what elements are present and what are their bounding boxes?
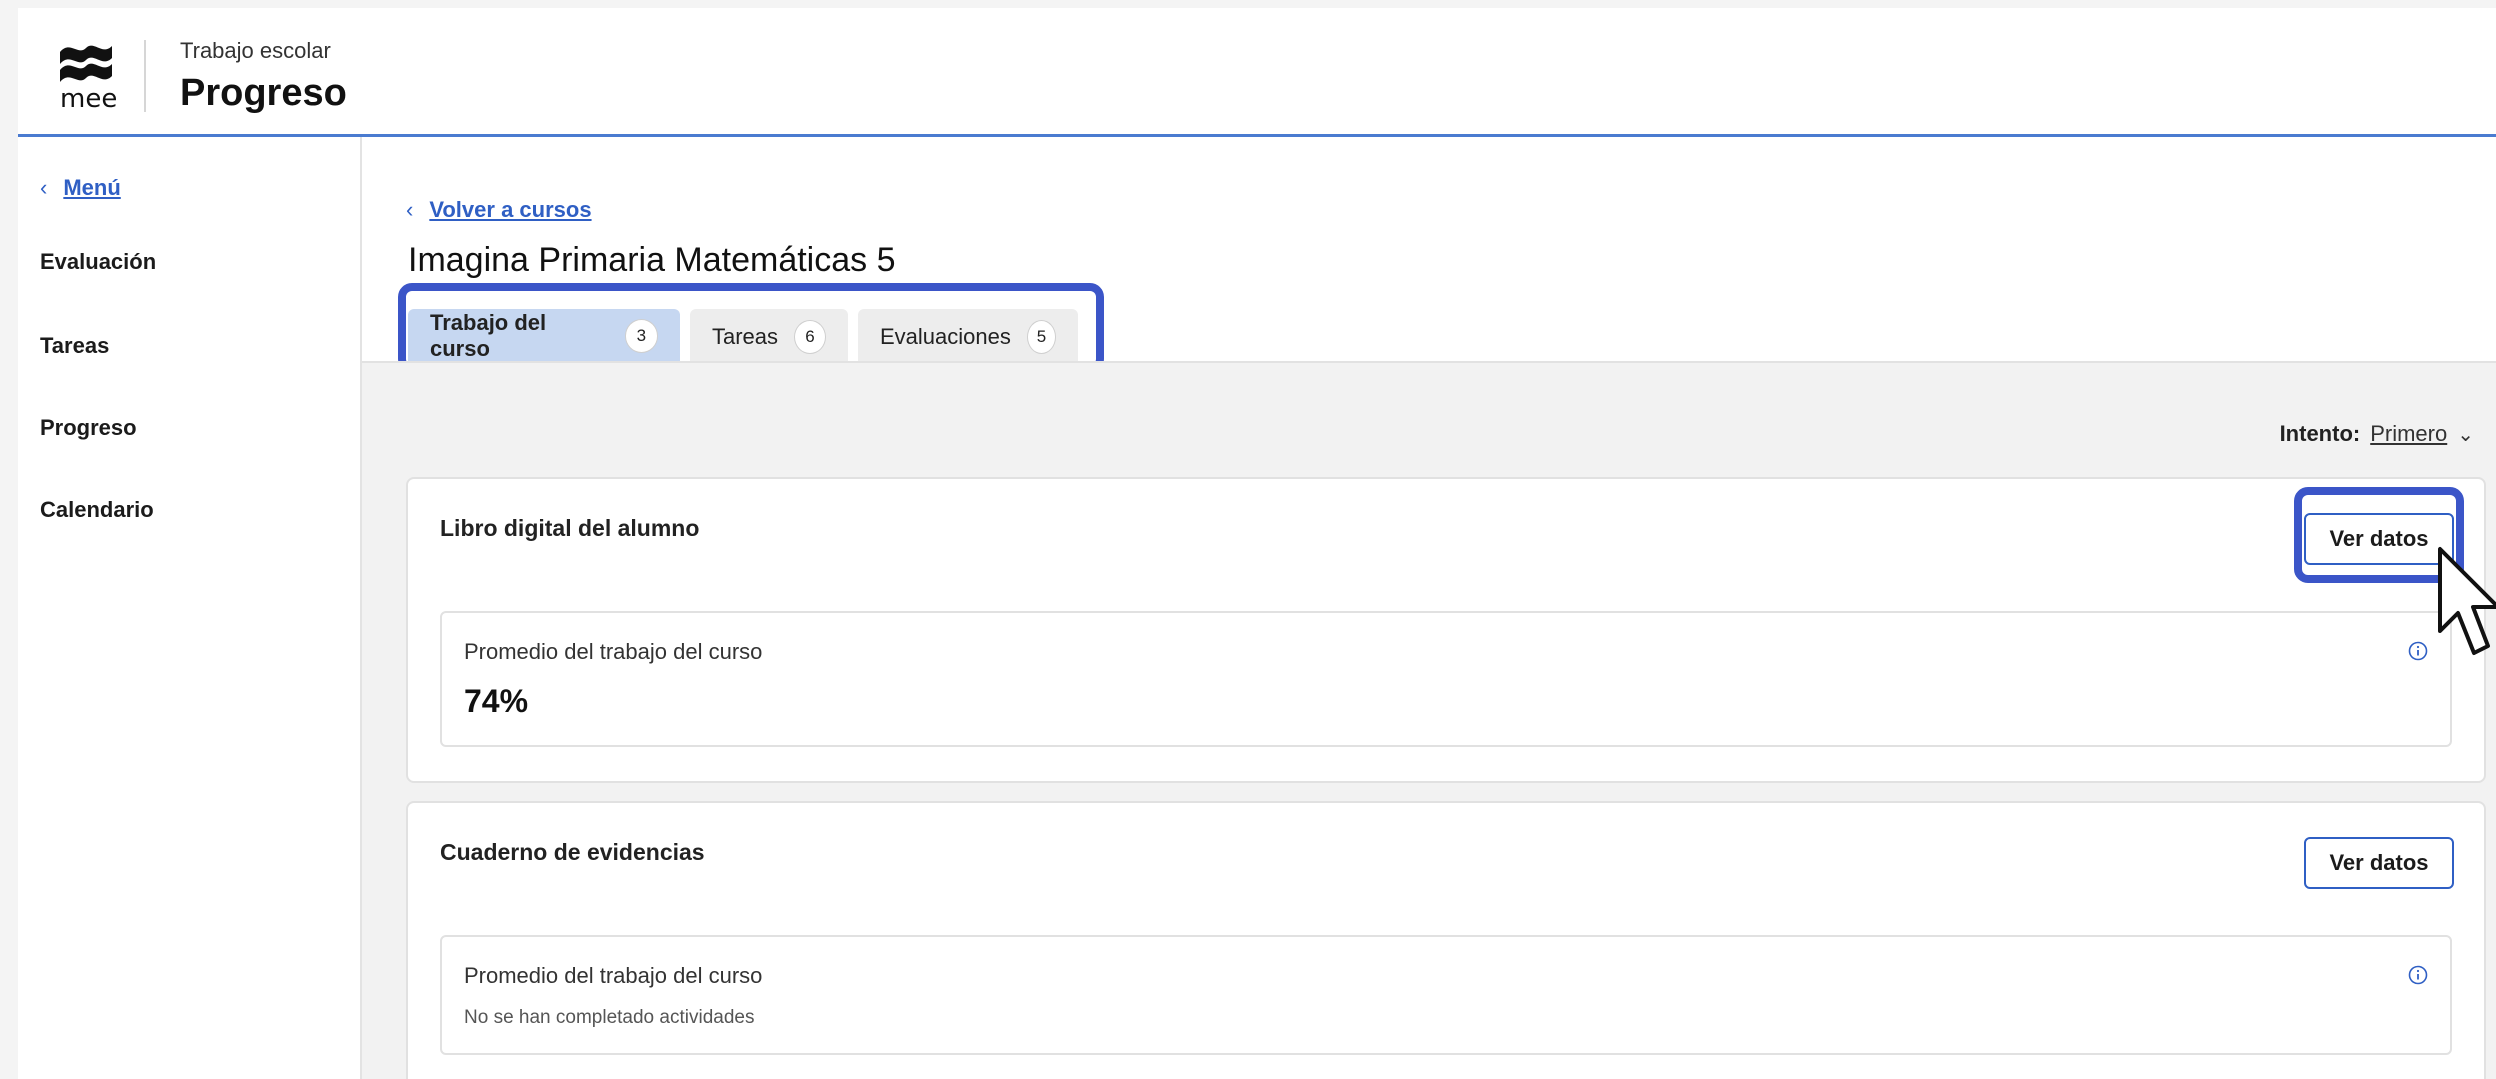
course-header: ‹ Volver a cursos Imagina Primaria Matem… — [362, 137, 2496, 373]
chevron-left-icon: ‹ — [406, 197, 414, 222]
card-title: Libro digital del alumno — [440, 515, 700, 541]
metric-value: 74% — [464, 683, 529, 719]
metric-label: Promedio del trabajo del curso — [464, 639, 763, 664]
page-title: Progreso — [180, 72, 347, 114]
tabs-highlight-outline — [398, 283, 1104, 373]
sidebar: ‹ Menú Evaluación Tareas Progreso Calend… — [18, 137, 362, 1079]
card-libro-digital: Libro digital del alumno Ver datos Prome… — [406, 477, 2486, 783]
header-divider — [144, 40, 146, 112]
app-header: mee Trabajo escolar Progreso — [18, 8, 2496, 137]
attempt-selector[interactable]: Intento: Primero ⌄ — [2280, 421, 2474, 447]
card-title: Cuaderno de evidencias — [440, 839, 705, 865]
mouse-pointer-icon — [2438, 547, 2496, 655]
ver-datos-button[interactable]: Ver datos — [2304, 837, 2454, 889]
sidebar-item-progreso[interactable]: Progreso — [40, 415, 137, 441]
card-cuaderno-evidencias: Cuaderno de evidencias Ver datos Promedi… — [406, 801, 2486, 1079]
sidebar-item-evaluacion[interactable]: Evaluación — [40, 249, 156, 275]
info-icon[interactable] — [2408, 965, 2428, 985]
logo-text: mee — [60, 84, 118, 114]
metric-box: Promedio del trabajo del curso No se han… — [440, 935, 2452, 1055]
back-to-courses-link[interactable]: ‹ Volver a cursos — [406, 197, 592, 223]
back-link-label: Volver a cursos — [429, 197, 592, 222]
metric-label: Promedio del trabajo del curso — [464, 963, 763, 988]
sidebar-item-tareas[interactable]: Tareas — [40, 333, 109, 359]
attempt-value: Primero — [2370, 421, 2448, 446]
attempt-label: Intento: — [2279, 421, 2361, 446]
menu-link-label: Menú — [63, 175, 121, 200]
header-subtitle: Trabajo escolar — [180, 38, 331, 63]
sidebar-item-calendario[interactable]: Calendario — [40, 497, 154, 523]
course-title: Imagina Primaria Matemáticas 5 — [408, 241, 896, 279]
course-content: Intento: Primero ⌄ Libro digital del alu… — [362, 361, 2496, 1079]
app-window: mee Trabajo escolar Progreso ‹ Menú Eval… — [18, 8, 2496, 1079]
metric-box: Promedio del trabajo del curso 74% — [440, 611, 2452, 747]
chevron-left-icon: ‹ — [40, 175, 48, 200]
menu-back-link[interactable]: ‹ Menú — [40, 175, 121, 201]
chevron-down-icon: ⌄ — [2457, 423, 2474, 446]
info-icon[interactable] — [2408, 641, 2428, 661]
metric-note: No se han completado actividades — [464, 1007, 755, 1028]
